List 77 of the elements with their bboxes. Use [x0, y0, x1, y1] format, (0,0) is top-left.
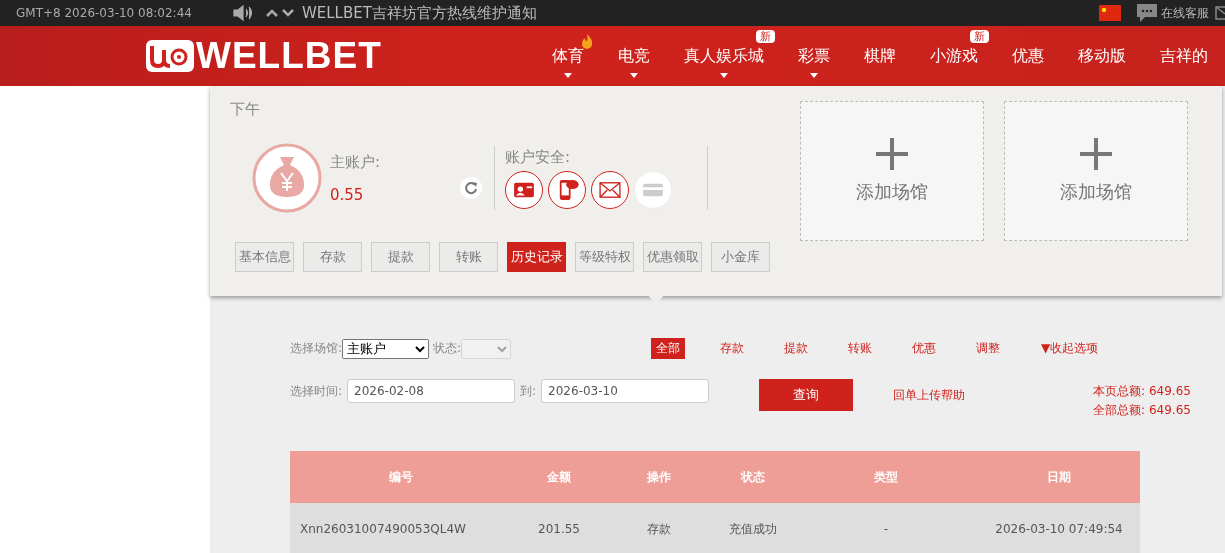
type-filter[interactable]: 提款: [779, 338, 814, 359]
nav-item[interactable]: 电竞: [601, 26, 667, 86]
time-label: 选择时间:: [290, 383, 343, 400]
total-amount: 本页总额: 649.65: [1093, 383, 1191, 400]
plus-icon: [1080, 138, 1112, 170]
notice-text[interactable]: WELLBET吉祥坊官方热线维护通知: [301, 3, 537, 23]
column-header: 编号: [290, 451, 512, 503]
help-link[interactable]: 回单上传帮助: [893, 387, 1094, 404]
account-tab[interactable]: 等级特权: [575, 242, 634, 272]
to-date-field[interactable]: 2026-03-10: [541, 379, 710, 403]
collapse-link[interactable]: ▼收起选项: [1035, 338, 1105, 359]
caret-icon: [720, 73, 728, 78]
table-cell: -: [794, 503, 978, 553]
venue-select[interactable]: 主账户: [342, 338, 430, 359]
type-filter[interactable]: 优惠: [907, 338, 942, 359]
status-label: 状态:: [433, 340, 462, 357]
chat-icon[interactable]: [1137, 4, 1157, 22]
table-cell: 存款: [606, 503, 712, 553]
venue-label: 选择场馆:: [290, 340, 343, 357]
greeting: 下午: [230, 100, 260, 118]
to-label: 到:: [520, 383, 537, 400]
table-cell: 2026-03-10 07:49:54: [978, 503, 1140, 553]
id-security-icon[interactable]: [505, 170, 543, 209]
account-tab[interactable]: 小金库: [711, 242, 770, 272]
table-cell: 充值成功: [712, 503, 794, 553]
add-venue-card[interactable]: 添加场馆: [1004, 101, 1188, 241]
type-filter[interactable]: 调整: [971, 338, 1006, 359]
table-cell: Xnn26031007490053QL4W: [290, 503, 512, 553]
new-badge: 新: [970, 30, 989, 43]
clock: GMT+8 2026-03-10 08:02:44: [16, 6, 192, 20]
account-tab[interactable]: 基本信息: [235, 242, 294, 272]
logo-icon[interactable]: [146, 40, 194, 72]
nav-item[interactable]: 体育: [535, 26, 601, 86]
type-filter[interactable]: 转账: [843, 338, 878, 359]
flag-icon[interactable]: [1099, 5, 1121, 21]
caret-icon: [630, 73, 638, 78]
nav-item[interactable]: 棋牌: [847, 26, 913, 86]
nav-item[interactable]: 优惠: [995, 26, 1061, 86]
plus-icon: [876, 138, 908, 170]
caret-icon: [564, 73, 572, 78]
column-header: 状态: [712, 451, 794, 503]
money-bag-icon: [252, 143, 322, 213]
account-tab[interactable]: 历史记录: [507, 242, 566, 272]
nav-item[interactable]: 彩票: [781, 26, 847, 86]
nav-item[interactable]: 新 真人娱乐城: [667, 26, 781, 86]
nav-item[interactable]: 新 小游戏: [913, 26, 995, 86]
account-tab[interactable]: 提款: [371, 242, 430, 272]
email-security-icon[interactable]: [591, 170, 629, 209]
sms-security-icon[interactable]: [548, 170, 586, 209]
mail-icon[interactable]: [1215, 6, 1225, 20]
new-badge: 新: [756, 30, 775, 43]
support-link[interactable]: 在线客服: [1161, 4, 1209, 22]
column-header: 金额: [512, 451, 606, 503]
type-filter[interactable]: 存款: [715, 338, 750, 359]
table-cell: 201.55: [512, 503, 606, 553]
nav-item[interactable]: 吉祥的: [1143, 26, 1225, 86]
add-venue-card[interactable]: 添加场馆: [800, 101, 984, 241]
refresh-icon[interactable]: [460, 177, 482, 199]
column-header: 操作: [606, 451, 712, 503]
security-label: 账户安全:: [505, 147, 572, 167]
total-amount: 全部总额: 649.65: [1093, 402, 1191, 419]
down-chevron-icon[interactable]: [281, 8, 294, 18]
query-button[interactable]: 查询: [759, 379, 854, 411]
account-tab[interactable]: 转账: [439, 242, 498, 272]
type-filter[interactable]: 全部: [651, 338, 686, 359]
speaker-icon[interactable]: [231, 4, 254, 22]
caret-icon: [810, 73, 818, 78]
account-tab[interactable]: 优惠领取: [643, 242, 702, 272]
account-tab[interactable]: 存款: [303, 242, 362, 272]
column-header: 日期: [978, 451, 1140, 503]
up-chevron-icon[interactable]: [265, 8, 278, 18]
from-date-field[interactable]: 2026-02-08: [347, 379, 516, 403]
account-label: 主账户:: [330, 152, 382, 172]
nav-item[interactable]: 移动版: [1061, 26, 1143, 86]
column-header: 类型: [794, 451, 978, 503]
logo-text[interactable]: WELLBET: [196, 35, 382, 77]
balance-value: 0.55: [330, 185, 365, 204]
